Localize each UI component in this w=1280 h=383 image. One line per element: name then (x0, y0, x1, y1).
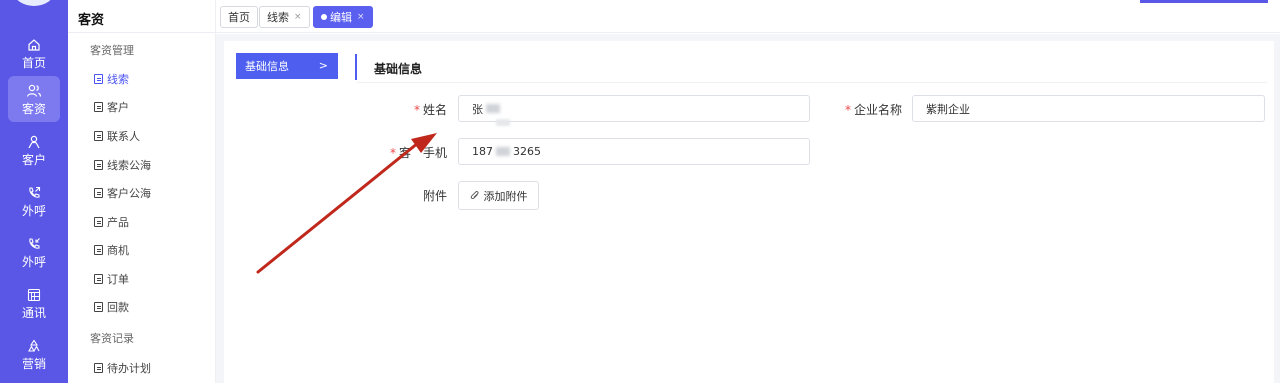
annotation-arrow-icon (256, 133, 437, 274)
